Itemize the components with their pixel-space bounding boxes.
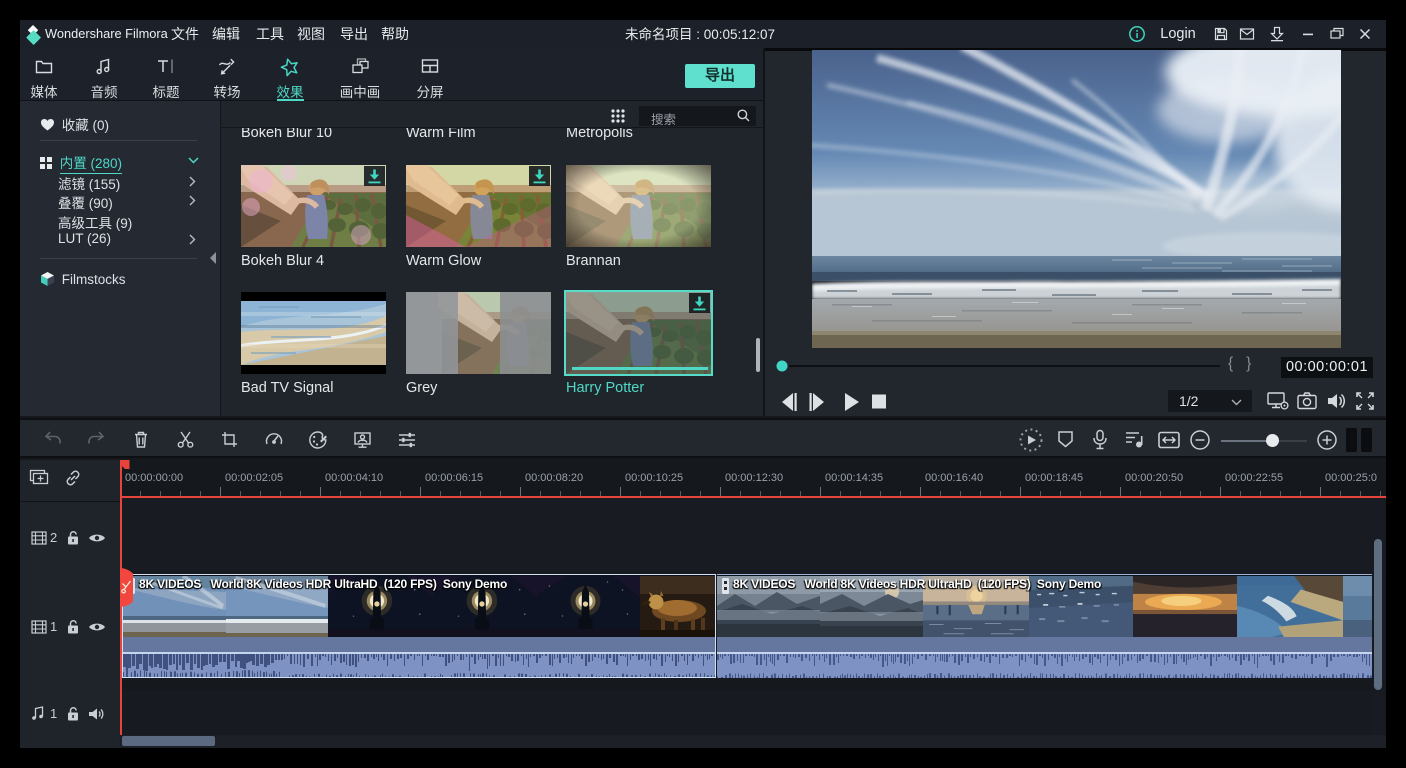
svg-text:00:00:02:05: 00:00:02:05	[225, 472, 283, 484]
svg-text:00:00:20:50: 00:00:20:50	[1125, 472, 1183, 484]
svg-text:00:00:10:25: 00:00:10:25	[625, 472, 683, 484]
svg-text:00:00:12:30: 00:00:12:30	[725, 472, 783, 484]
svg-text:00:00:04:10: 00:00:04:10	[325, 472, 383, 484]
svg-text:00:00:08:20: 00:00:08:20	[525, 472, 583, 484]
svg-text:00:00:25:0: 00:00:25:0	[1325, 472, 1377, 484]
svg-text:00:00:06:15: 00:00:06:15	[425, 472, 483, 484]
svg-text:00:00:00:00: 00:00:00:00	[125, 472, 183, 484]
svg-text:00:00:22:55: 00:00:22:55	[1225, 472, 1283, 484]
svg-text:00:00:18:45: 00:00:18:45	[1025, 472, 1083, 484]
svg-text:00:00:14:35: 00:00:14:35	[825, 472, 883, 484]
svg-text:00:00:16:40: 00:00:16:40	[925, 472, 983, 484]
